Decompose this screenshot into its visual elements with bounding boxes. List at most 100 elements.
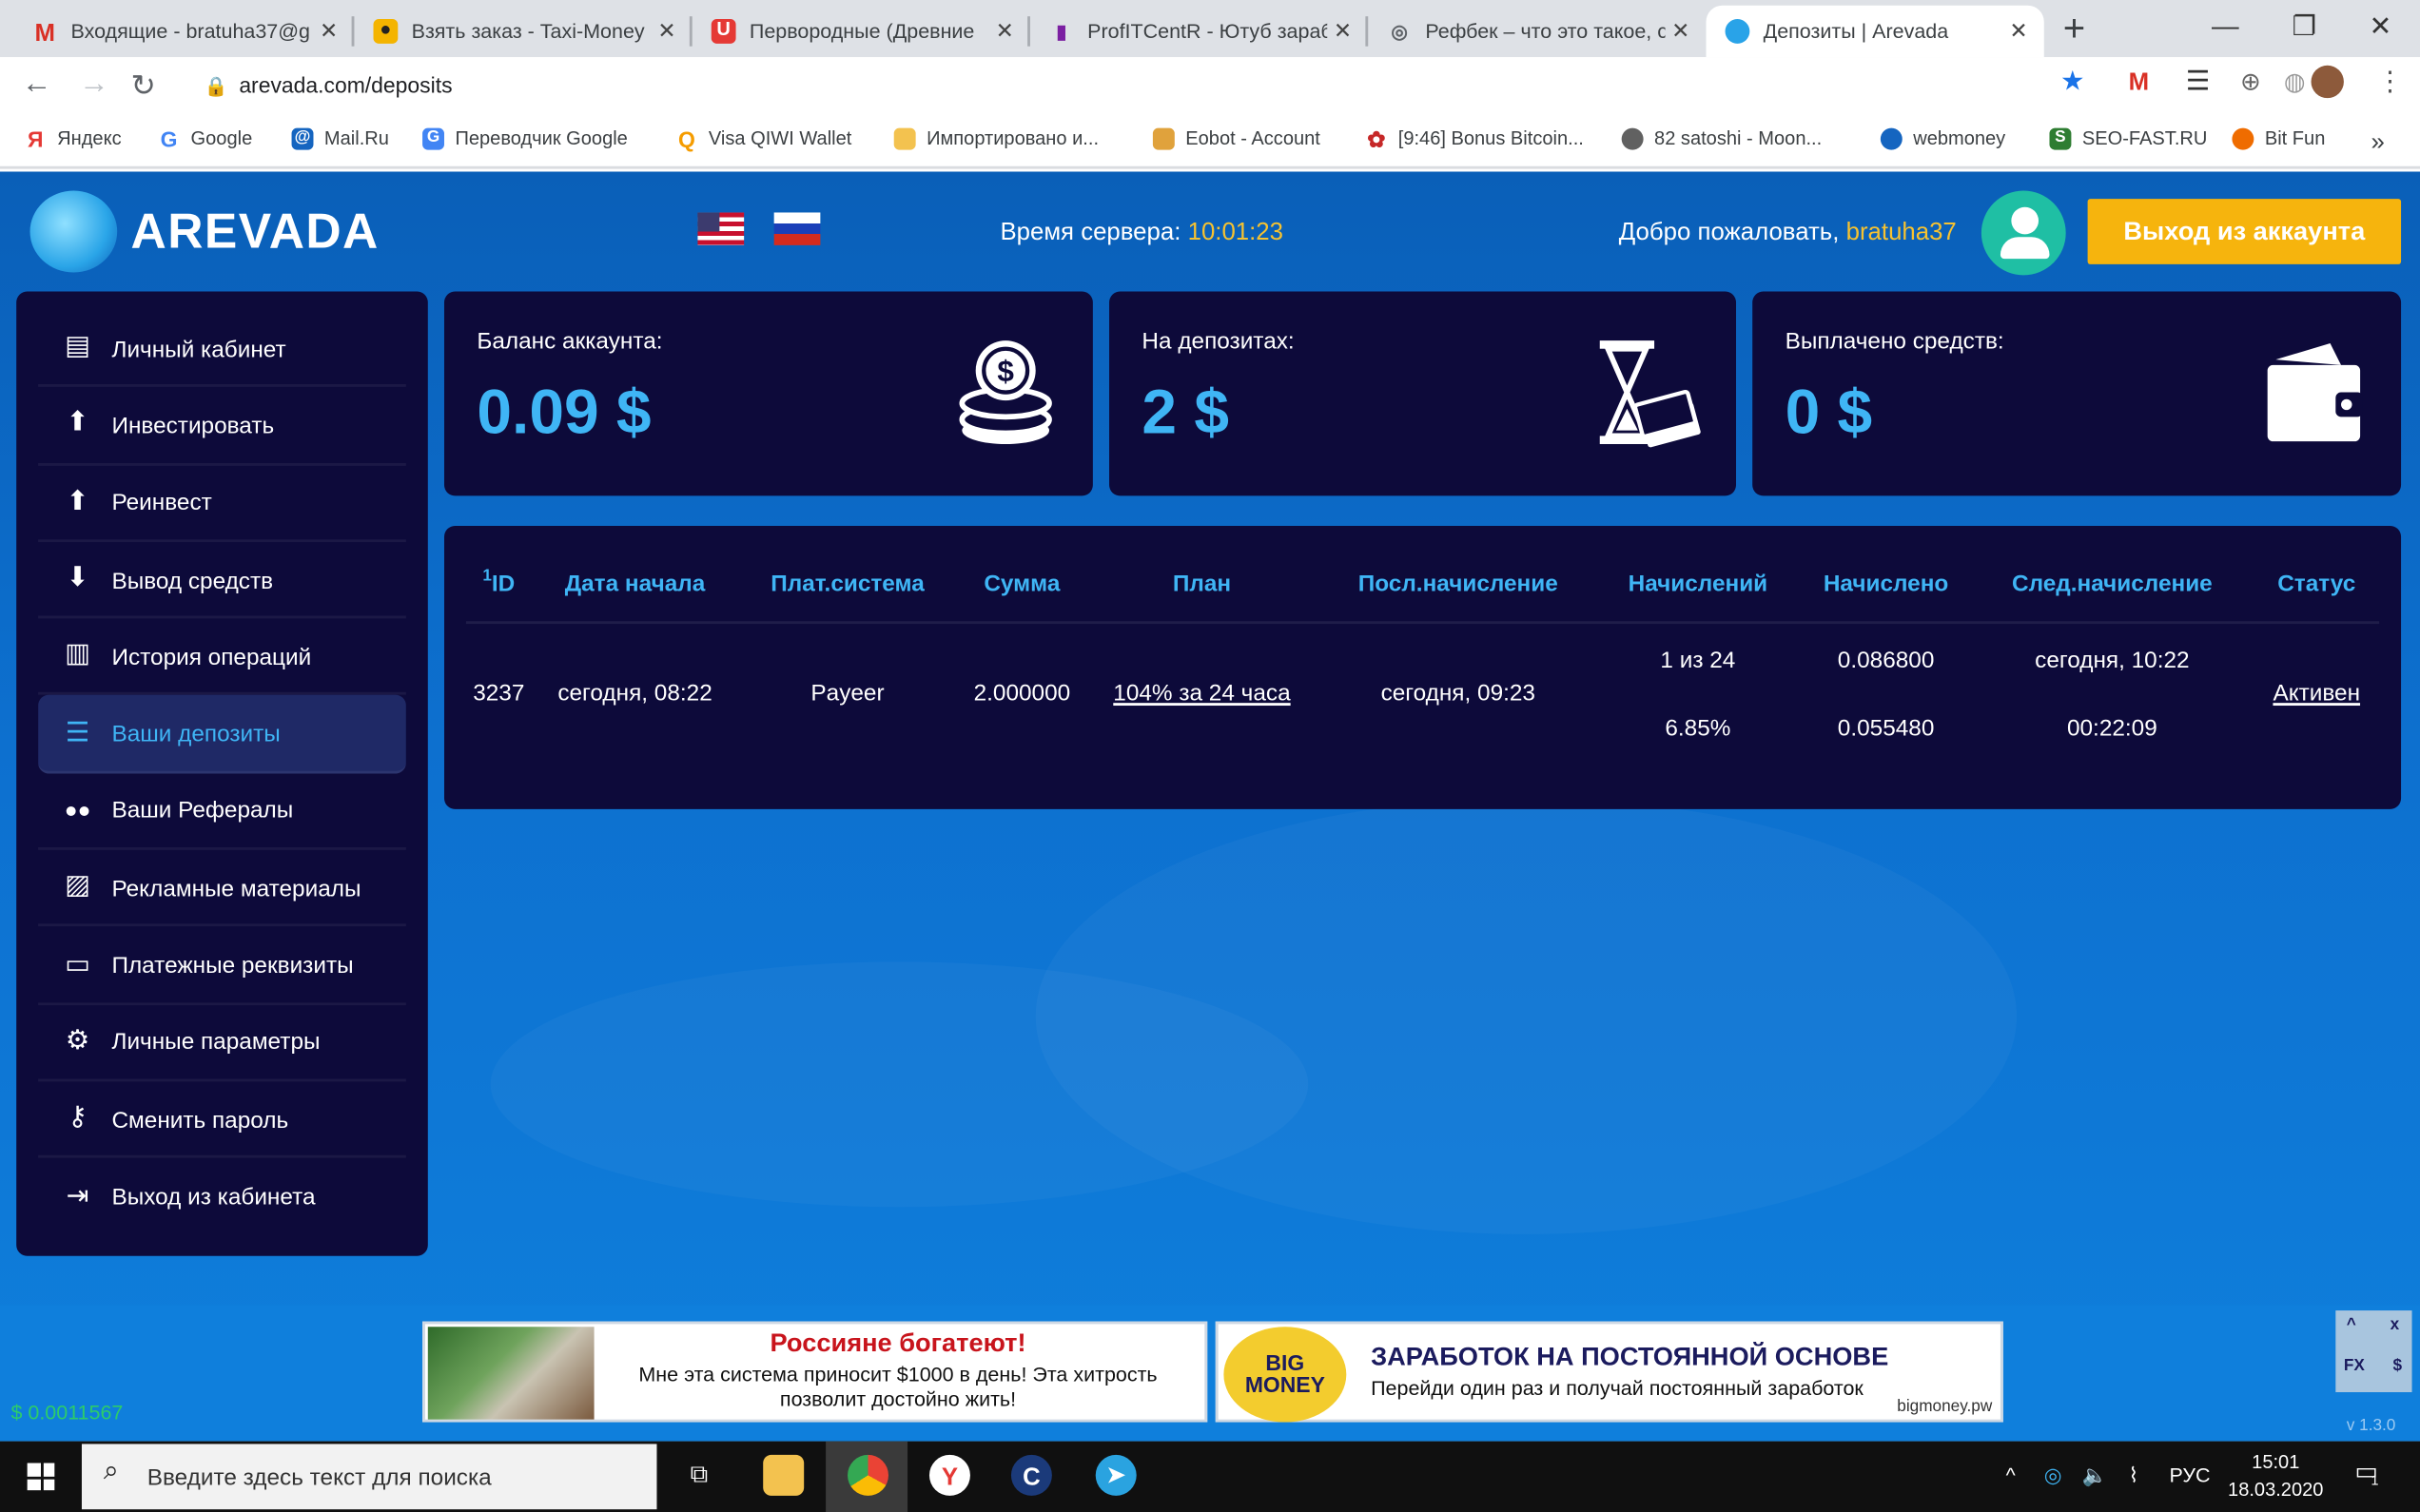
file-explorer-icon[interactable] bbox=[763, 1454, 805, 1496]
globe-icon: ◎ bbox=[1391, 23, 1408, 43]
bookmark-item[interactable]: Eobot - Account bbox=[1152, 127, 1320, 150]
browser-tab-arevada[interactable]: Депозиты | Arevada ✕ bbox=[1706, 5, 2044, 58]
restore-button[interactable]: ❐ bbox=[2265, 0, 2344, 57]
bookmark-item[interactable]: webmoney bbox=[1880, 127, 2006, 150]
sidebar-item-payment-details[interactable]: ▭ Платежные реквизиты bbox=[38, 927, 406, 1005]
clock[interactable]: 15:01 18.03.2020 bbox=[2213, 1452, 2338, 1506]
sidebar-item-reinvest[interactable]: ⬆ Реинвест bbox=[38, 465, 406, 542]
yandex-browser-icon[interactable]: Y bbox=[928, 1454, 970, 1496]
webmoney-icon bbox=[1880, 127, 1903, 150]
deposits-label: На депозитах: bbox=[1142, 326, 1295, 355]
yandex-icon: Я bbox=[28, 126, 44, 152]
bookmark-label: webmoney bbox=[1913, 129, 2006, 149]
cell-plan-link[interactable]: 104% за 24 часа bbox=[1113, 678, 1290, 706]
forward-icon[interactable]: → bbox=[79, 68, 109, 101]
bookmark-item[interactable]: Я Яндекс bbox=[25, 126, 122, 152]
browser-tab-taxi[interactable]: ● Взять заказ - Taxi-Money ✕ bbox=[354, 6, 693, 57]
avatar[interactable] bbox=[1981, 190, 2066, 276]
menu-dots-icon[interactable]: ⋮ bbox=[2376, 68, 2404, 99]
sidebar-item-promo[interactable]: ▨ Рекламные материалы bbox=[38, 850, 406, 928]
bookmark-item[interactable]: G Google bbox=[158, 126, 253, 151]
sidebar-item-referrals[interactable]: ●● Ваши Рефералы bbox=[38, 773, 406, 851]
logout-button[interactable]: Выход из аккаунта bbox=[2087, 199, 2402, 264]
bookmark-item[interactable]: G Переводчик Google bbox=[422, 127, 628, 150]
task-view-icon[interactable]: ⧉ bbox=[678, 1455, 719, 1496]
new-tab-button[interactable]: + bbox=[2063, 6, 2085, 49]
minimize-button[interactable]: — bbox=[2186, 0, 2265, 57]
background-decoration bbox=[491, 961, 1308, 1207]
ad-banner-1[interactable]: Россияне богатеют! Мне эта система прино… bbox=[422, 1321, 1208, 1423]
lock-icon: 🔒 bbox=[204, 79, 228, 99]
user-head-icon bbox=[2009, 206, 2038, 235]
address-bar: ← → ↻ 🔒 arevada.com/deposits ★ M ☰ ⊕ ◍ ⋮ bbox=[0, 57, 2420, 115]
browser-tab-profitcentr[interactable]: ▮ ProfITCentR - Ютуб зараб ✕ bbox=[1030, 6, 1369, 57]
close-tab-icon[interactable]: ✕ bbox=[996, 19, 1014, 44]
telegram-icon[interactable]: ➤ bbox=[1095, 1454, 1137, 1496]
cell-start: сегодня, 08:22 bbox=[557, 678, 712, 707]
bookmark-item[interactable]: 82 satoshi - Moon... bbox=[1621, 127, 1822, 150]
sidebar-item-exit[interactable]: ⇥ Выход из кабинета bbox=[38, 1158, 406, 1235]
ad-url: bigmoney.pw bbox=[1897, 1400, 1993, 1417]
tray-app-icon[interactable]: ◎ bbox=[2044, 1464, 2062, 1488]
sidebar-item-deposits[interactable]: ☰ Ваши депозиты bbox=[38, 695, 406, 774]
ccleaner-icon[interactable]: C bbox=[1010, 1454, 1052, 1496]
coins-icon: $ bbox=[959, 340, 1052, 444]
bookmarks-bar: Я Яндекс G Google @ Mail.Ru G Переводчик Goo… bbox=[0, 114, 2420, 169]
sidebar-item-invest[interactable]: ⬆ Инвестировать bbox=[38, 388, 406, 465]
browser-tab-film[interactable]: U Первородные (Древние ✕ bbox=[693, 6, 1030, 57]
bookmark-item[interactable]: Q Visa QIWI Wallet bbox=[676, 126, 851, 151]
cell-status-link[interactable]: Активен bbox=[2273, 678, 2360, 706]
sidebar-item-cabinet[interactable]: ▤ Личный кабинет bbox=[38, 311, 406, 388]
profile-avatar-icon[interactable] bbox=[2311, 65, 2344, 99]
volume-icon[interactable]: 🔈 bbox=[2082, 1464, 2108, 1488]
close-tab-icon[interactable]: ✕ bbox=[2009, 19, 2027, 44]
bookmark-item[interactable]: @ Mail.Ru bbox=[291, 127, 389, 150]
browser-tab-refbek[interactable]: ◎ Рефбек – что это такое, с ✕ bbox=[1368, 6, 1706, 57]
tray-expand-icon[interactable]: ^ bbox=[2006, 1464, 2016, 1488]
taskbar: ⌕ Введите здесь текст для поиска ⧉ Y C ➤… bbox=[0, 1441, 2420, 1512]
taskbar-search-input[interactable]: ⌕ Введите здесь текст для поиска bbox=[81, 1444, 657, 1510]
sidebar-item-settings[interactable]: ⚙ Личные параметры bbox=[38, 1004, 406, 1082]
bookmarks-more-button[interactable]: » bbox=[2371, 128, 2385, 156]
back-icon[interactable]: ← bbox=[22, 68, 52, 101]
ru-flag-icon[interactable] bbox=[773, 212, 821, 245]
bookmark-item[interactable]: Bit Fun bbox=[2232, 127, 2325, 150]
bookmark-item[interactable]: S SEO-FAST.RU bbox=[2049, 127, 2207, 150]
sidebar-item-change-password[interactable]: ⚷ Сменить пароль bbox=[38, 1081, 406, 1159]
bookmark-item[interactable]: ✿ [9:46] Bonus Bitcoin... bbox=[1365, 126, 1584, 151]
gmail-extension-icon[interactable]: M bbox=[2129, 68, 2149, 96]
arevada-logo[interactable]: AREVADA bbox=[29, 190, 380, 273]
extension-icon[interactable]: ⊕ bbox=[2240, 68, 2261, 99]
sidebar-item-withdraw[interactable]: ⬇ Вывод средств bbox=[38, 542, 406, 619]
ad-banner-2[interactable]: BIG MONEY ЗАРАБОТОК НА ПОСТОЯННОЙ ОСНОВЕ … bbox=[1215, 1321, 2003, 1423]
cell-next-accrual: сегодня, 10:22 bbox=[2035, 646, 2190, 673]
sidebar-item-history[interactable]: ▥ История операций bbox=[38, 619, 406, 696]
browser-tab-gmail[interactable]: M Входящие - bratuha37@g ✕ bbox=[13, 6, 355, 57]
close-window-button[interactable]: ✕ bbox=[2341, 0, 2420, 57]
close-tab-icon[interactable]: ✕ bbox=[657, 19, 675, 44]
extension-icon[interactable]: ☰ bbox=[2186, 68, 2211, 99]
close-tab-icon[interactable]: ✕ bbox=[1334, 19, 1352, 44]
bookmark-star-icon[interactable]: ★ bbox=[2060, 68, 2085, 99]
notification-count: 1 bbox=[2371, 1473, 2379, 1491]
us-flag-icon[interactable] bbox=[697, 212, 745, 245]
chrome-icon[interactable] bbox=[848, 1454, 888, 1496]
reload-icon[interactable]: ↻ bbox=[131, 68, 156, 103]
column-header-start: Дата начала bbox=[564, 569, 706, 597]
language-indicator[interactable]: РУС bbox=[2170, 1464, 2211, 1488]
windows-start-icon[interactable] bbox=[27, 1463, 55, 1491]
sidebar-item-label: История операций bbox=[111, 642, 312, 670]
close-tab-icon[interactable]: ✕ bbox=[1671, 19, 1689, 44]
extension-icon[interactable]: ◍ bbox=[2284, 68, 2306, 99]
gears-icon: ⚙ bbox=[65, 1026, 90, 1057]
collapse-ads-button[interactable]: ^ bbox=[2347, 1319, 2356, 1335]
sidebar-item-label: Инвестировать bbox=[111, 411, 275, 439]
bookmark-item[interactable]: Импортировано и... bbox=[893, 127, 1099, 150]
wallet-icon bbox=[2267, 342, 2363, 442]
list-icon: ☰ bbox=[65, 718, 90, 748]
close-tab-icon[interactable]: ✕ bbox=[320, 19, 338, 44]
url-field[interactable]: 🔒 arevada.com/deposits bbox=[205, 73, 453, 98]
network-icon[interactable]: ⌇ bbox=[2129, 1464, 2139, 1488]
username: bratuha37 bbox=[1845, 218, 1957, 245]
close-ads-button[interactable]: x bbox=[2391, 1319, 2400, 1335]
